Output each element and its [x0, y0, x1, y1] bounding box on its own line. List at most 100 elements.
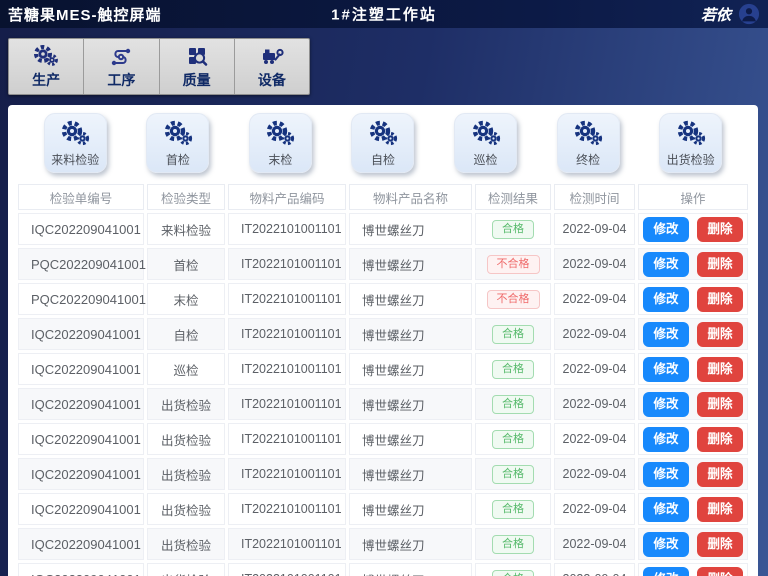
- edit-button[interactable]: 修改: [643, 392, 689, 417]
- cell-result: 合格: [475, 353, 551, 385]
- gears-icon: [33, 44, 59, 68]
- cell-order-no: IQC202209041001: [18, 563, 144, 576]
- cell-material-name: 博世螺丝刀: [349, 353, 472, 385]
- cell-order-no: IQC202209041001: [18, 318, 144, 350]
- user-menu[interactable]: 若依: [701, 3, 760, 25]
- cell-material-code: IT2022101001101: [228, 388, 346, 420]
- cell-material-name: 博世螺丝刀: [349, 283, 472, 315]
- result-badge: 合格: [492, 465, 534, 484]
- nav-label: 工序: [107, 70, 135, 90]
- result-badge: 合格: [492, 360, 534, 379]
- cell-order-no: IQC202209041001: [18, 423, 144, 455]
- cell-type: 首检: [147, 248, 225, 280]
- edit-button[interactable]: 修改: [643, 532, 689, 557]
- cell-material-name: 博世螺丝刀: [349, 423, 472, 455]
- gears-icon: [471, 119, 501, 149]
- cell-material-name: 博世螺丝刀: [349, 458, 472, 490]
- table-row: PQC202209041001 末检 IT2022101001101 博世螺丝刀…: [18, 283, 748, 315]
- delete-button[interactable]: 删除: [697, 217, 743, 242]
- delete-button[interactable]: 删除: [697, 322, 743, 347]
- cell-order-no: IQC202209041001: [18, 493, 144, 525]
- cell-actions: 修改 删除: [638, 248, 748, 280]
- delete-button[interactable]: 删除: [697, 462, 743, 487]
- delete-button[interactable]: 删除: [697, 357, 743, 382]
- gears-icon: [573, 119, 603, 149]
- table-row: IQC202209041001 巡检 IT2022101001101 博世螺丝刀…: [18, 353, 748, 385]
- delete-button[interactable]: 删除: [697, 532, 743, 557]
- inspection-button[interactable]: 巡检: [454, 113, 517, 173]
- delete-button[interactable]: 删除: [697, 252, 743, 277]
- result-badge: 不合格: [487, 290, 540, 309]
- table-row: IQC202209041001 出货检验 IT2022101001101 博世螺…: [18, 493, 748, 525]
- table-row: IQC202209041001 自检 IT2022101001101 博世螺丝刀…: [18, 318, 748, 350]
- cell-date: 2022-09-04: [554, 248, 635, 280]
- edit-button[interactable]: 修改: [643, 287, 689, 312]
- cell-material-code: IT2022101001101: [228, 528, 346, 560]
- nav-label: 设备: [258, 70, 286, 90]
- cell-material-code: IT2022101001101: [228, 283, 346, 315]
- cell-actions: 修改 删除: [638, 528, 748, 560]
- cell-result: 合格: [475, 528, 551, 560]
- table-row: IQC202209041001 出货检验 IT2022101001101 博世螺…: [18, 563, 748, 576]
- cell-result: 合格: [475, 388, 551, 420]
- cell-date: 2022-09-04: [554, 458, 635, 490]
- inspection-button-label: 巡检: [474, 151, 498, 168]
- inspection-button[interactable]: 首检: [146, 113, 209, 173]
- edit-button[interactable]: 修改: [643, 217, 689, 242]
- inspection-button[interactable]: 末检: [249, 113, 312, 173]
- process-route-icon: [108, 44, 134, 68]
- cell-type: 来料检验: [147, 213, 225, 245]
- gears-icon: [60, 119, 90, 149]
- table-body: IQC202209041001 来料检验 IT2022101001101 博世螺…: [18, 213, 748, 576]
- inspection-button[interactable]: 来料检验: [44, 113, 107, 173]
- cell-date: 2022-09-04: [554, 493, 635, 525]
- delete-button[interactable]: 删除: [697, 392, 743, 417]
- delete-button[interactable]: 删除: [697, 427, 743, 452]
- inspection-button[interactable]: 终检: [557, 113, 620, 173]
- cell-date: 2022-09-04: [554, 528, 635, 560]
- edit-button[interactable]: 修改: [643, 252, 689, 277]
- edit-button[interactable]: 修改: [643, 497, 689, 522]
- edit-button[interactable]: 修改: [643, 567, 689, 576]
- cell-material-code: IT2022101001101: [228, 493, 346, 525]
- nav-quality[interactable]: 质量: [160, 39, 235, 94]
- delete-button[interactable]: 删除: [697, 497, 743, 522]
- nav-process[interactable]: 工序: [84, 39, 159, 94]
- edit-button[interactable]: 修改: [643, 427, 689, 452]
- quality-search-icon: [184, 44, 210, 68]
- inspection-button-label: 末检: [268, 151, 292, 168]
- gears-icon: [676, 119, 706, 149]
- cell-date: 2022-09-04: [554, 318, 635, 350]
- cell-actions: 修改 删除: [638, 563, 748, 576]
- inspection-button[interactable]: 出货检验: [659, 113, 722, 173]
- edit-button[interactable]: 修改: [643, 357, 689, 382]
- inspection-button[interactable]: 自检: [351, 113, 414, 173]
- cell-date: 2022-09-04: [554, 563, 635, 576]
- table-header: 检验单编号 检验类型 物料产品编码 物料产品名称 检测结果 检测时间 操作: [18, 184, 748, 210]
- inspection-button-label: 自检: [371, 151, 395, 168]
- nav-equipment[interactable]: 设备: [235, 39, 309, 94]
- table-row: PQC202209041001 首检 IT2022101001101 博世螺丝刀…: [18, 248, 748, 280]
- user-avatar-icon: [738, 3, 760, 25]
- nav-production[interactable]: 生产: [9, 39, 84, 94]
- cell-material-name: 博世螺丝刀: [349, 318, 472, 350]
- cell-type: 出货检验: [147, 493, 225, 525]
- cell-date: 2022-09-04: [554, 283, 635, 315]
- avatar[interactable]: [738, 3, 760, 25]
- delete-button[interactable]: 删除: [697, 287, 743, 312]
- edit-button[interactable]: 修改: [643, 462, 689, 487]
- cell-material-code: IT2022101001101: [228, 423, 346, 455]
- cell-material-name: 博世螺丝刀: [349, 528, 472, 560]
- cell-result: 不合格: [475, 283, 551, 315]
- edit-button[interactable]: 修改: [643, 322, 689, 347]
- column-header-actions: 操作: [638, 184, 748, 210]
- cell-order-no: IQC202209041001: [18, 388, 144, 420]
- delete-button[interactable]: 删除: [697, 567, 743, 576]
- column-header-type: 检验类型: [147, 184, 225, 210]
- table-row: IQC202209041001 来料检验 IT2022101001101 博世螺…: [18, 213, 748, 245]
- result-badge: 不合格: [487, 255, 540, 274]
- nav-label: 质量: [183, 70, 211, 90]
- cell-material-code: IT2022101001101: [228, 353, 346, 385]
- main-nav: 生产 工序 质量: [8, 38, 310, 95]
- mes-touch-screen: 苦糖果MES-触控屏端 1#注塑工作站 若依 生产: [0, 0, 768, 576]
